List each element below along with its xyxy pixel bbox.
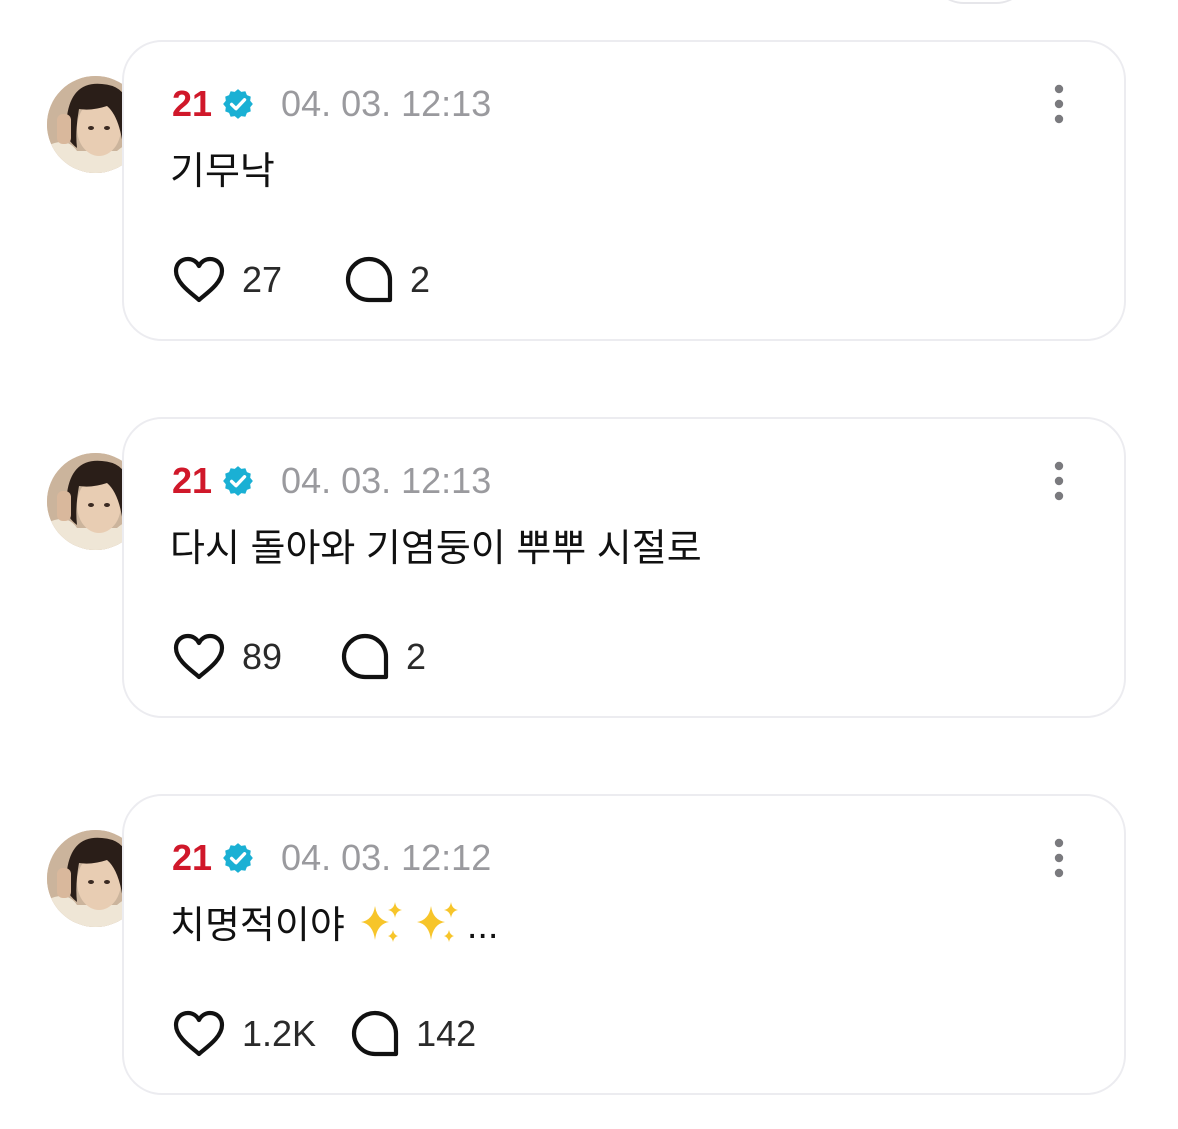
like-button[interactable]: 89 bbox=[172, 631, 282, 683]
comment-bubble-icon bbox=[351, 1010, 399, 1057]
heart-icon bbox=[173, 1010, 225, 1057]
post-text: 다시 돌아와 기염둥이 뿌뿌 시절로 bbox=[170, 522, 702, 576]
post-header: 21 04. 03. 12:12 bbox=[172, 834, 491, 882]
post-body: 다시 돌아와 기염둥이 뿌뿌 시절로 bbox=[170, 528, 702, 570]
post-body: 기무낙 bbox=[170, 151, 275, 193]
sparkles-emoji-icon bbox=[360, 902, 402, 942]
timestamp: 04. 03. 12:12 bbox=[281, 837, 492, 878]
like-count: 27 bbox=[242, 259, 283, 300]
comment-button[interactable]: 142 bbox=[350, 1008, 476, 1060]
username[interactable]: 21 bbox=[172, 457, 212, 505]
post-feed: 21 04. 03. 12:13 기무낙 27 2 21 04. 03. 12:… bbox=[0, 0, 1178, 1129]
comment-bubble-icon bbox=[345, 256, 393, 303]
timestamp: 04. 03. 12:13 bbox=[281, 83, 492, 124]
post-actions: 1.2K 142 bbox=[172, 1008, 476, 1060]
post-actions: 89 2 bbox=[172, 631, 426, 683]
post-body: 치명적이야 bbox=[170, 905, 345, 947]
sparkles-emoji-icon bbox=[416, 902, 458, 942]
post-text: 치명적이야 ... bbox=[170, 899, 499, 953]
post-body-suffix: ... bbox=[466, 905, 499, 947]
verified-badge-icon bbox=[223, 89, 253, 119]
verified-badge-icon bbox=[223, 466, 253, 496]
comment-count: 2 bbox=[406, 636, 427, 677]
like-button[interactable]: 1.2K bbox=[172, 1008, 316, 1060]
post-actions: 27 2 bbox=[172, 254, 430, 306]
previous-card-edge bbox=[930, 0, 1030, 4]
comment-count: 2 bbox=[410, 259, 431, 300]
more-vertical-icon[interactable] bbox=[1052, 838, 1066, 878]
post-item: 21 04. 03. 12:13 기무낙 27 2 bbox=[0, 40, 1178, 345]
more-vertical-icon[interactable] bbox=[1052, 461, 1066, 501]
post-card[interactable]: 21 04. 03. 12:13 다시 돌아와 기염둥이 뿌뿌 시절로 89 2 bbox=[122, 417, 1126, 718]
like-count: 1.2K bbox=[242, 1013, 317, 1054]
username[interactable]: 21 bbox=[172, 834, 212, 882]
post-item: 21 04. 03. 12:13 다시 돌아와 기염둥이 뿌뿌 시절로 89 2 bbox=[0, 417, 1178, 722]
like-count: 89 bbox=[242, 636, 283, 677]
verified-badge-icon bbox=[223, 843, 253, 873]
heart-icon bbox=[173, 256, 225, 303]
post-header: 21 04. 03. 12:13 bbox=[172, 457, 491, 505]
post-item: 21 04. 03. 12:12 치명적이야 ... 1.2K 142 bbox=[0, 794, 1178, 1099]
more-vertical-icon[interactable] bbox=[1052, 84, 1066, 124]
comment-count: 142 bbox=[416, 1013, 477, 1054]
comment-bubble-icon bbox=[341, 633, 389, 680]
post-header: 21 04. 03. 12:13 bbox=[172, 80, 491, 128]
comment-button[interactable]: 2 bbox=[340, 631, 426, 683]
comment-button[interactable]: 2 bbox=[344, 254, 430, 306]
heart-icon bbox=[173, 633, 225, 680]
post-text: 기무낙 bbox=[170, 145, 275, 199]
timestamp: 04. 03. 12:13 bbox=[281, 460, 492, 501]
post-card[interactable]: 21 04. 03. 12:13 기무낙 27 2 bbox=[122, 40, 1126, 341]
username[interactable]: 21 bbox=[172, 80, 212, 128]
post-card[interactable]: 21 04. 03. 12:12 치명적이야 ... 1.2K 142 bbox=[122, 794, 1126, 1095]
like-button[interactable]: 27 bbox=[172, 254, 282, 306]
